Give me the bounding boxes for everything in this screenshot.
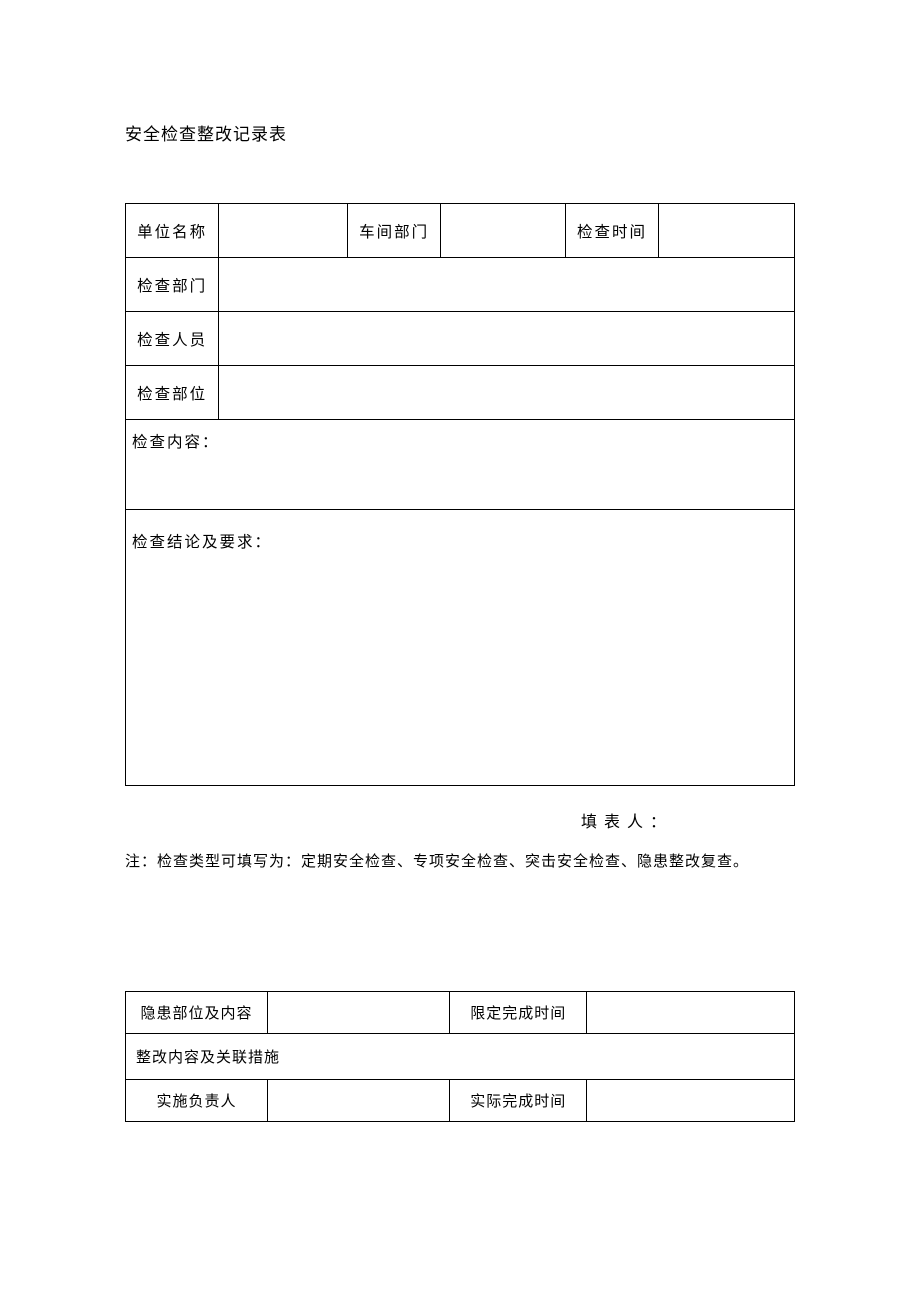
- value-unit-name: [219, 204, 348, 258]
- label-unit-name: 单位名称: [126, 204, 219, 258]
- label-deadline: 限定完成时间: [450, 992, 587, 1034]
- row-check-personnel: 检查人员: [126, 312, 795, 366]
- row-check-location: 检查部位: [126, 366, 795, 420]
- label-check-dept: 检查部门: [126, 258, 219, 312]
- label-check-location: 检查部位: [126, 366, 219, 420]
- row-rectification-content: 整改内容及关联措施: [126, 1034, 795, 1080]
- rectification-table: 隐患部位及内容 限定完成时间 整改内容及关联措施 实施负责人 实际完成时间: [125, 991, 795, 1122]
- label-check-time: 检查时间: [565, 204, 658, 258]
- spacer: [125, 871, 795, 991]
- label-check-personnel: 检查人员: [126, 312, 219, 366]
- value-check-location: [219, 366, 795, 420]
- label-responsible-person: 实施负责人: [126, 1080, 268, 1122]
- value-deadline: [587, 992, 795, 1034]
- label-conclusion: 检查结论及要求：: [126, 510, 795, 786]
- row-header: 单位名称 车间部门 检查时间: [126, 204, 795, 258]
- label-hazard-location: 隐患部位及内容: [126, 992, 268, 1034]
- row-conclusion: 检查结论及要求：: [126, 510, 795, 786]
- note-text: 注：检查类型可填写为：定期安全检查、专项安全检查、突击安全检查、隐患整改复查。: [125, 850, 795, 871]
- value-check-dept: [219, 258, 795, 312]
- row-responsible: 实施负责人 实际完成时间: [126, 1080, 795, 1122]
- value-check-personnel: [219, 312, 795, 366]
- row-hazard: 隐患部位及内容 限定完成时间: [126, 992, 795, 1034]
- label-check-content: 检查内容：: [126, 420, 795, 510]
- label-workshop-dept: 车间部门: [347, 204, 440, 258]
- filler-person: 填表人：: [125, 808, 795, 832]
- label-rectification-measures: 整改内容及关联措施: [126, 1034, 795, 1080]
- row-check-content: 检查内容：: [126, 420, 795, 510]
- label-actual-completion: 实际完成时间: [450, 1080, 587, 1122]
- document-title: 安全检查整改记录表: [125, 120, 795, 145]
- value-workshop-dept: [441, 204, 566, 258]
- inspection-main-table: 单位名称 车间部门 检查时间 检查部门 检查人员 检查部位 检查内容： 检查结论…: [125, 203, 795, 786]
- value-check-time: [659, 204, 795, 258]
- value-hazard-location: [267, 992, 449, 1034]
- row-check-dept: 检查部门: [126, 258, 795, 312]
- value-responsible-person: [267, 1080, 449, 1122]
- value-actual-completion: [587, 1080, 795, 1122]
